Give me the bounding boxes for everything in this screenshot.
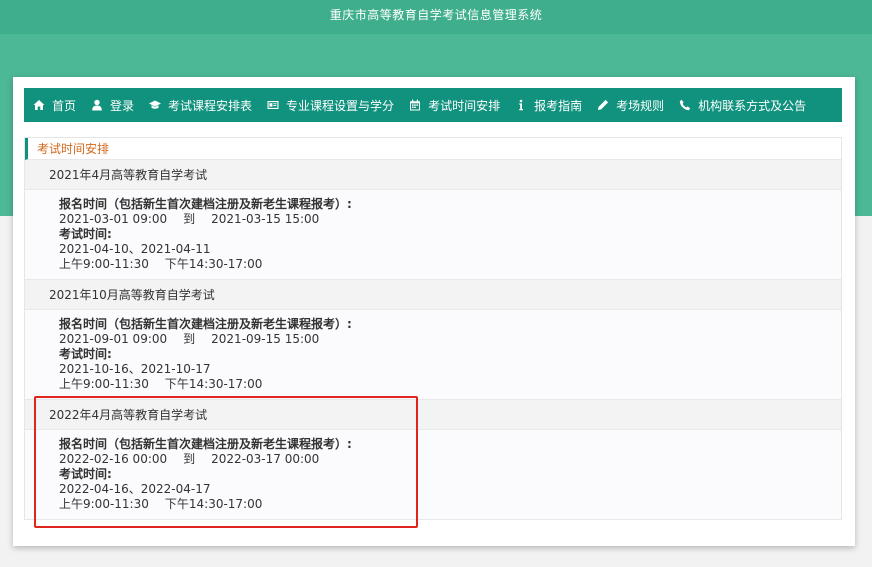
nav-label: 考试时间安排: [428, 98, 501, 113]
highlight-box: [34, 396, 418, 528]
nav-item-exam-time[interactable]: 考试时间安排: [409, 97, 500, 114]
afternoon-session: 下午14:30-17:00: [164, 257, 263, 271]
registration-period: 2021-03-01 09:00 到 2021-03-15 15:00: [59, 212, 841, 227]
info-icon: [515, 99, 527, 111]
registration-end: 2021-09-15 15:00: [211, 332, 320, 346]
registration-label: 报名时间（包括新生首次建档注册及新老生课程报考）:: [59, 197, 352, 211]
nav-label: 机构联系方式及公告: [698, 98, 807, 113]
exam-details: 报名时间（包括新生首次建档注册及新老生课程报考）: 2021-03-01 09:…: [25, 190, 841, 280]
exam-dates: 2021-10-16、2021-10-17: [59, 362, 211, 376]
exam-dates: 2021-04-10、2021-04-11: [59, 242, 211, 256]
nav-label: 登录: [110, 98, 135, 113]
graduation-cap-icon: [149, 99, 162, 111]
nav-item-login[interactable]: 登录: [91, 97, 134, 114]
exam-title: 2021年10月高等教育自学考试: [25, 280, 841, 310]
registration-label: 报名时间（包括新生首次建档注册及新老生课程报考）:: [59, 317, 352, 331]
registration-period: 2021-09-01 09:00 到 2021-09-15 15:00: [59, 332, 841, 347]
nav-item-guide[interactable]: 报考指南: [515, 97, 582, 114]
nav-label: 首页: [52, 98, 77, 113]
afternoon-session: 下午14:30-17:00: [164, 377, 263, 391]
registration-start: 2021-03-01 09:00: [59, 212, 168, 226]
exam-details: 报名时间（包括新生首次建档注册及新老生课程报考）: 2021-09-01 09:…: [25, 310, 841, 400]
to-label: 到: [183, 212, 196, 226]
nav-item-home[interactable]: 首页: [33, 97, 76, 114]
home-icon: [33, 99, 45, 111]
registration-end: 2021-03-15 15:00: [211, 212, 320, 226]
nav-item-course-schedule[interactable]: 考试课程安排表: [149, 97, 252, 114]
to-label: 到: [183, 332, 196, 346]
user-icon: [91, 99, 103, 111]
nav-item-major-courses[interactable]: 专业课程设置与学分: [267, 97, 394, 114]
nav-bar: 首页 登录 考试课程安排表 专业课程设置与学分 考试时间安排 报考指南 考场规则…: [24, 88, 842, 122]
nav-item-contact[interactable]: 机构联系方式及公告: [679, 97, 806, 114]
exam-time-label: 考试时间:: [59, 227, 112, 241]
calendar-icon: [409, 99, 421, 111]
exam-sessions: 上午9:00-11:30 下午14:30-17:00: [59, 257, 841, 272]
nav-item-rules[interactable]: 考场规则: [597, 97, 664, 114]
nav-label: 报考指南: [534, 98, 583, 113]
registration-start: 2021-09-01 09:00: [59, 332, 168, 346]
morning-session: 上午9:00-11:30: [59, 377, 149, 391]
nav-label: 考试课程安排表: [168, 98, 253, 113]
morning-session: 上午9:00-11:30: [59, 257, 149, 271]
exam-sessions: 上午9:00-11:30 下午14:30-17:00: [59, 377, 841, 392]
nav-label: 考场规则: [616, 98, 665, 113]
nav-label: 专业课程设置与学分: [286, 98, 395, 113]
exam-time-label: 考试时间:: [59, 347, 112, 361]
pencil-icon: [597, 99, 609, 111]
phone-icon: [679, 99, 691, 111]
exam-title: 2021年4月高等教育自学考试: [25, 160, 841, 190]
id-card-icon: [267, 99, 279, 111]
site-title: 重庆市高等教育自学考试信息管理系统: [329, 8, 543, 22]
section-title: 考试时间安排: [25, 138, 841, 160]
